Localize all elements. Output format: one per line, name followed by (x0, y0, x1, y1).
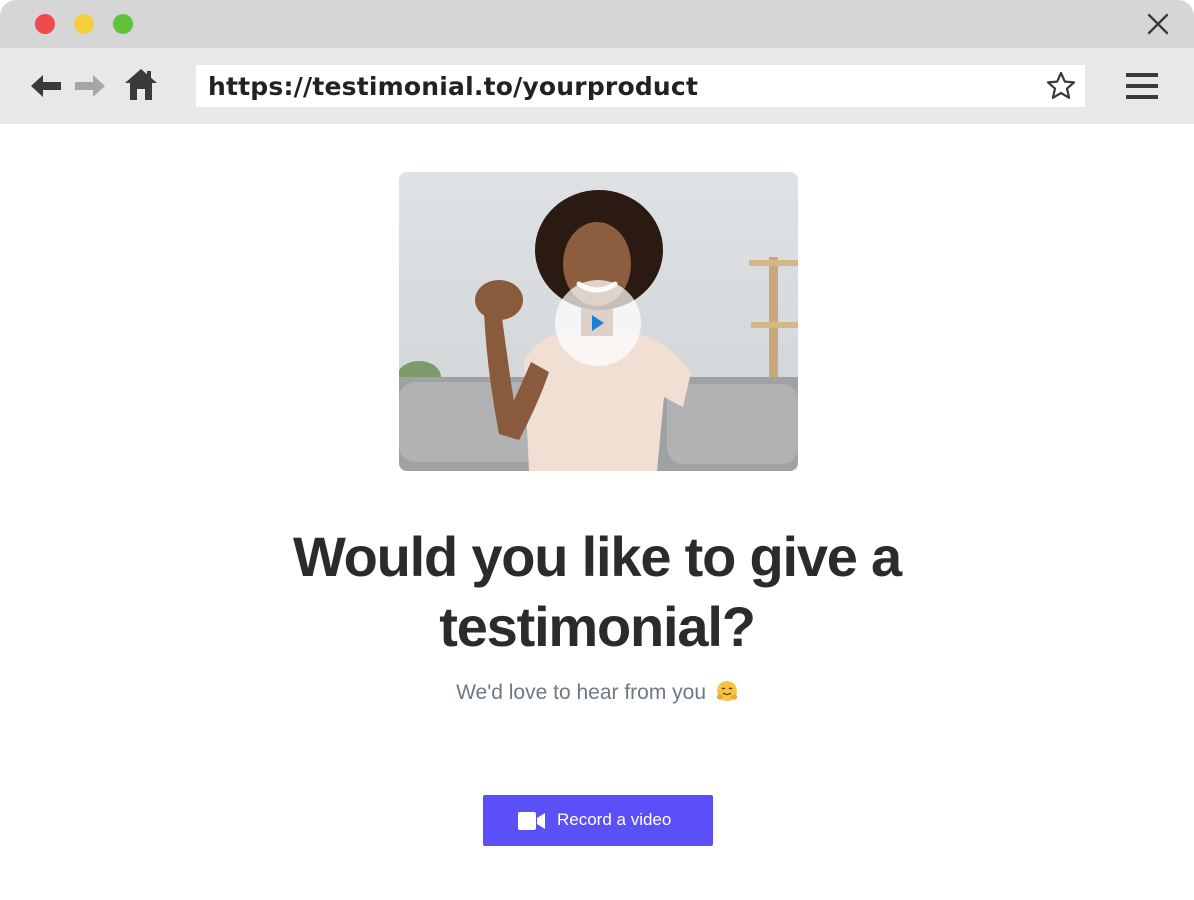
video-thumbnail[interactable] (399, 172, 798, 471)
navigation-bar: https://testimonial.to/yourproduct (0, 48, 1194, 124)
page-title: Would you like to give a testimonial? (292, 525, 902, 658)
address-bar[interactable]: https://testimonial.to/yourproduct (196, 65, 1085, 107)
video-camera-icon (518, 812, 545, 830)
play-button[interactable] (555, 280, 641, 366)
hugging-face-emoji-icon (716, 681, 738, 701)
close-icon[interactable] (1146, 12, 1170, 36)
browser-window: https://testimonial.to/yourproduct Would… (0, 0, 1194, 900)
close-window-button[interactable] (35, 14, 55, 34)
home-icon[interactable] (123, 66, 159, 102)
record-video-button[interactable]: Record a video (483, 795, 713, 846)
title-bar (0, 0, 1194, 48)
star-icon[interactable] (1045, 70, 1077, 102)
record-video-label: Record a video (557, 810, 672, 829)
play-icon (592, 315, 604, 331)
url-text: https://testimonial.to/yourproduct (208, 72, 699, 101)
forward-arrow-icon[interactable] (72, 68, 108, 104)
zoom-window-button[interactable] (113, 14, 133, 34)
back-arrow-icon[interactable] (28, 68, 64, 104)
subtitle-text: We'd love to hear from you (456, 681, 707, 704)
hamburger-menu-icon[interactable] (1125, 72, 1159, 100)
minimize-window-button[interactable] (74, 14, 94, 34)
subtitle: We'd love to hear from you (297, 680, 897, 705)
